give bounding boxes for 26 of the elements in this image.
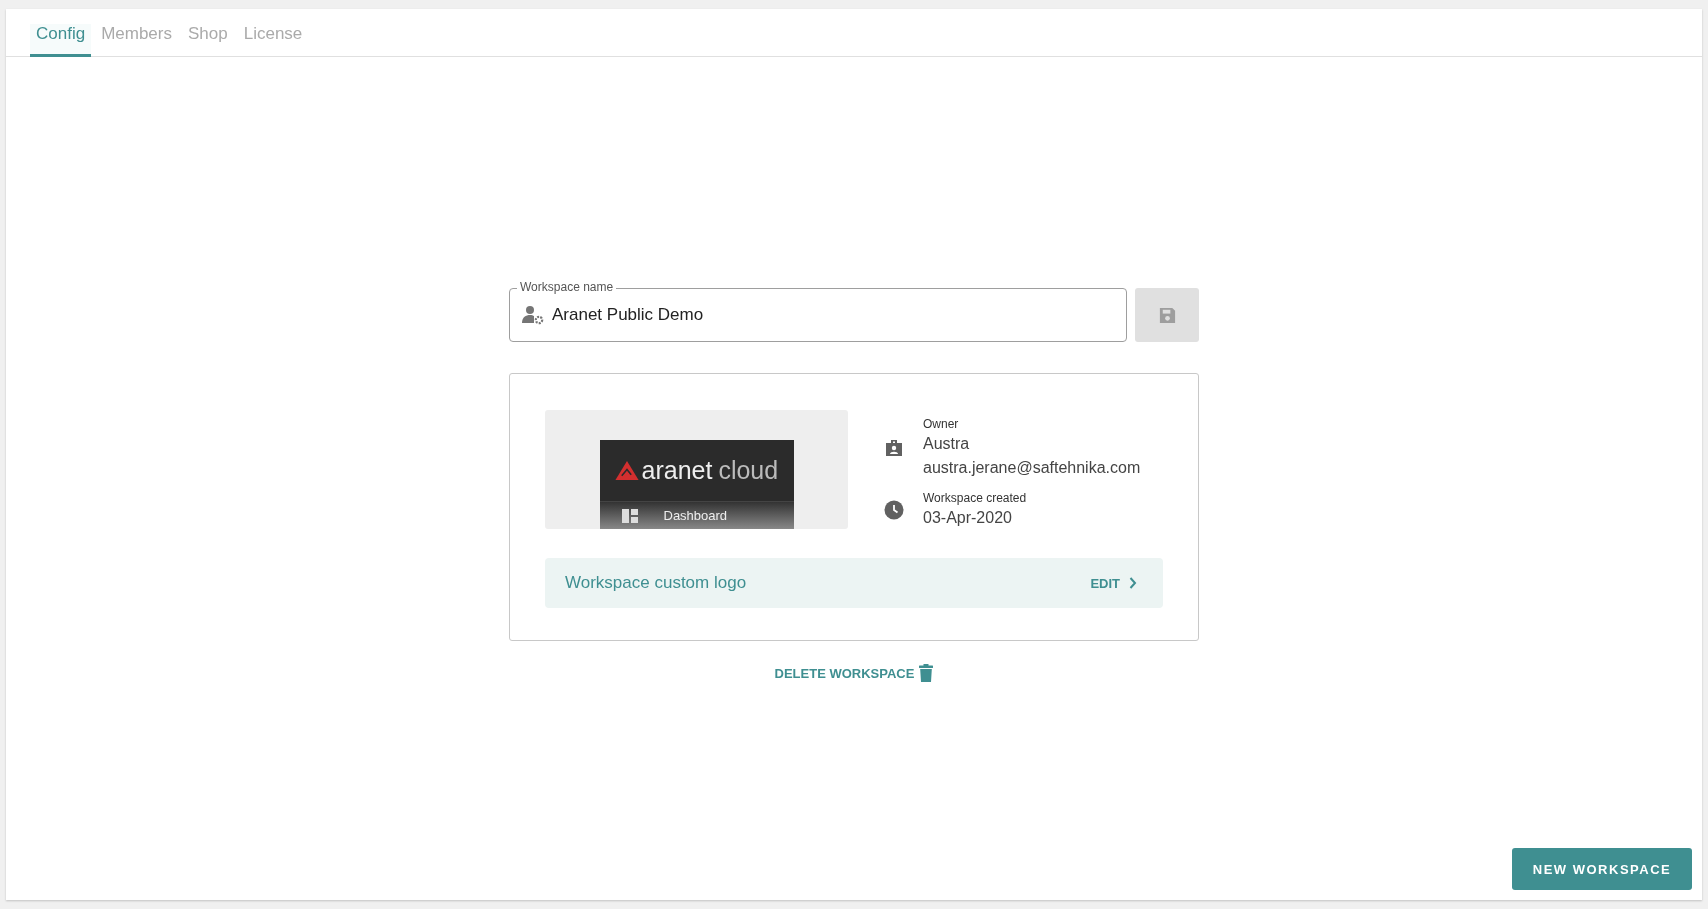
text-input[interactable]: Aranet Public Demo <box>550 304 1126 326</box>
tab[interactable]: Config <box>30 24 92 57</box>
chevron-right-icon <box>1129 577 1137 589</box>
delete-workspace-button[interactable]: DELETE WORKSPACE <box>768 663 940 683</box>
triangle-logo-icon <box>613 460 640 481</box>
user-gear-icon <box>522 305 544 325</box>
save-icon <box>1157 305 1177 325</box>
badge-icon <box>884 438 904 458</box>
dashboard-icon <box>621 508 638 523</box>
brand-suffix: cloud <box>718 456 779 485</box>
info-value: Austra <box>923 434 971 454</box>
save-button[interactable] <box>1135 288 1199 342</box>
custom-logo-label: Workspace custom logo <box>565 573 747 593</box>
trash-icon <box>919 664 934 682</box>
tab[interactable]: Members <box>95 24 178 57</box>
clock-icon <box>884 500 904 520</box>
tab[interactable]: Shop <box>182 24 234 57</box>
info-label: Owner <box>923 416 960 432</box>
info-value: 03-Apr-2020 <box>923 508 1013 528</box>
info-label: Workspace created <box>923 490 1027 506</box>
new-workspace-button[interactable]: NEW WORKSPACE <box>1512 848 1692 890</box>
tab[interactable]: License <box>237 24 309 57</box>
edit-button[interactable]: EDIT <box>1084 574 1143 592</box>
info-value: austra.jerane@saftehnika.com <box>923 458 1141 478</box>
field-label: Workspace name <box>517 280 617 294</box>
brand-name: aranet <box>641 456 713 485</box>
